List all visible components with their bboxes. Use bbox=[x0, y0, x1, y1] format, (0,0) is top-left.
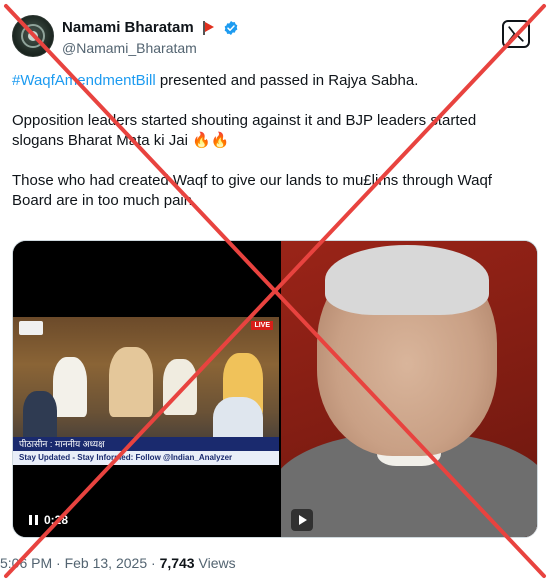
video-left[interactable]: LIVE पीठासीन : माननीय अध्यक्ष Stay Updat… bbox=[13, 241, 279, 537]
video-caption-bar: पीठासीन : माननीय अध्यक्ष bbox=[13, 437, 279, 451]
tweet-meta: 5:06 PM · Feb 13, 2025 · 7,743 Views bbox=[0, 555, 236, 571]
tweet-paragraph-2: Opposition leaders started shouting agai… bbox=[12, 112, 477, 149]
media-grid: LIVE पीठासीन : माननीय अध्यक्ष Stay Updat… bbox=[12, 240, 538, 538]
tweet-paragraph-3: Those who had created Waqf to give our l… bbox=[12, 172, 492, 209]
member-figure bbox=[163, 359, 197, 415]
tweet-header: Namami Bharatam @Namami_Bharatam bbox=[12, 12, 538, 60]
channel-logo-icon bbox=[19, 321, 43, 335]
author-handle[interactable]: @Namami_Bharatam bbox=[62, 40, 239, 56]
pause-icon[interactable] bbox=[29, 515, 38, 525]
parliament-video-frame: LIVE bbox=[13, 317, 279, 453]
hashtag-link[interactable]: #WaqfAmendmentBill bbox=[12, 72, 156, 89]
video-timestamp: 0:28 bbox=[44, 513, 69, 527]
author-display-name[interactable]: Namami Bharatam bbox=[62, 19, 194, 36]
avatar[interactable] bbox=[12, 15, 54, 57]
verified-badge-icon bbox=[224, 20, 237, 35]
tweet-paragraph-1: #WaqfAmendmentBill presented and passed … bbox=[12, 71, 532, 91]
tweet-line-text: presented and passed in Rajya Sabha. bbox=[155, 72, 419, 89]
meta-separator: · bbox=[56, 555, 61, 571]
live-badge: LIVE bbox=[251, 321, 273, 330]
video-right[interactable] bbox=[281, 241, 537, 537]
x-logo-icon[interactable] bbox=[502, 20, 530, 48]
views-count: 7,743 bbox=[159, 555, 195, 571]
play-icon[interactable] bbox=[291, 509, 313, 531]
views-label: Views bbox=[198, 555, 236, 571]
video-playback-status[interactable]: 0:28 bbox=[29, 513, 68, 527]
member-figure bbox=[53, 357, 87, 417]
member-figure bbox=[23, 391, 57, 441]
red-flag-icon bbox=[202, 20, 215, 35]
x-glyph-icon bbox=[508, 26, 524, 42]
speaker-hair bbox=[325, 245, 489, 315]
tweet-time[interactable]: 5:06 PM bbox=[0, 555, 52, 571]
author-block: Namami Bharatam @Namami_Bharatam bbox=[62, 19, 239, 56]
meta-separator: · bbox=[151, 555, 156, 571]
speaker-figure bbox=[109, 347, 153, 417]
video-ticker-bar: Stay Updated - Stay Informed: Follow @In… bbox=[13, 451, 279, 465]
tweet-body: #WaqfAmendmentBill presented and passed … bbox=[12, 71, 532, 231]
avatar-emblem-center bbox=[28, 31, 38, 41]
tweet-date[interactable]: Feb 13, 2025 bbox=[65, 555, 148, 571]
